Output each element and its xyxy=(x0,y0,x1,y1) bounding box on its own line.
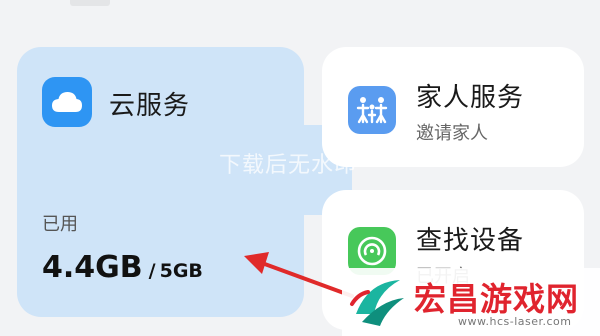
site-logo-icon xyxy=(350,280,404,326)
site-logo-watermark: 宏昌游戏网 www.hcs-laser.com xyxy=(342,268,600,336)
site-logo-url: www.hcs-laser.com xyxy=(458,315,572,328)
site-logo-name: 宏昌游戏网 xyxy=(414,280,580,318)
